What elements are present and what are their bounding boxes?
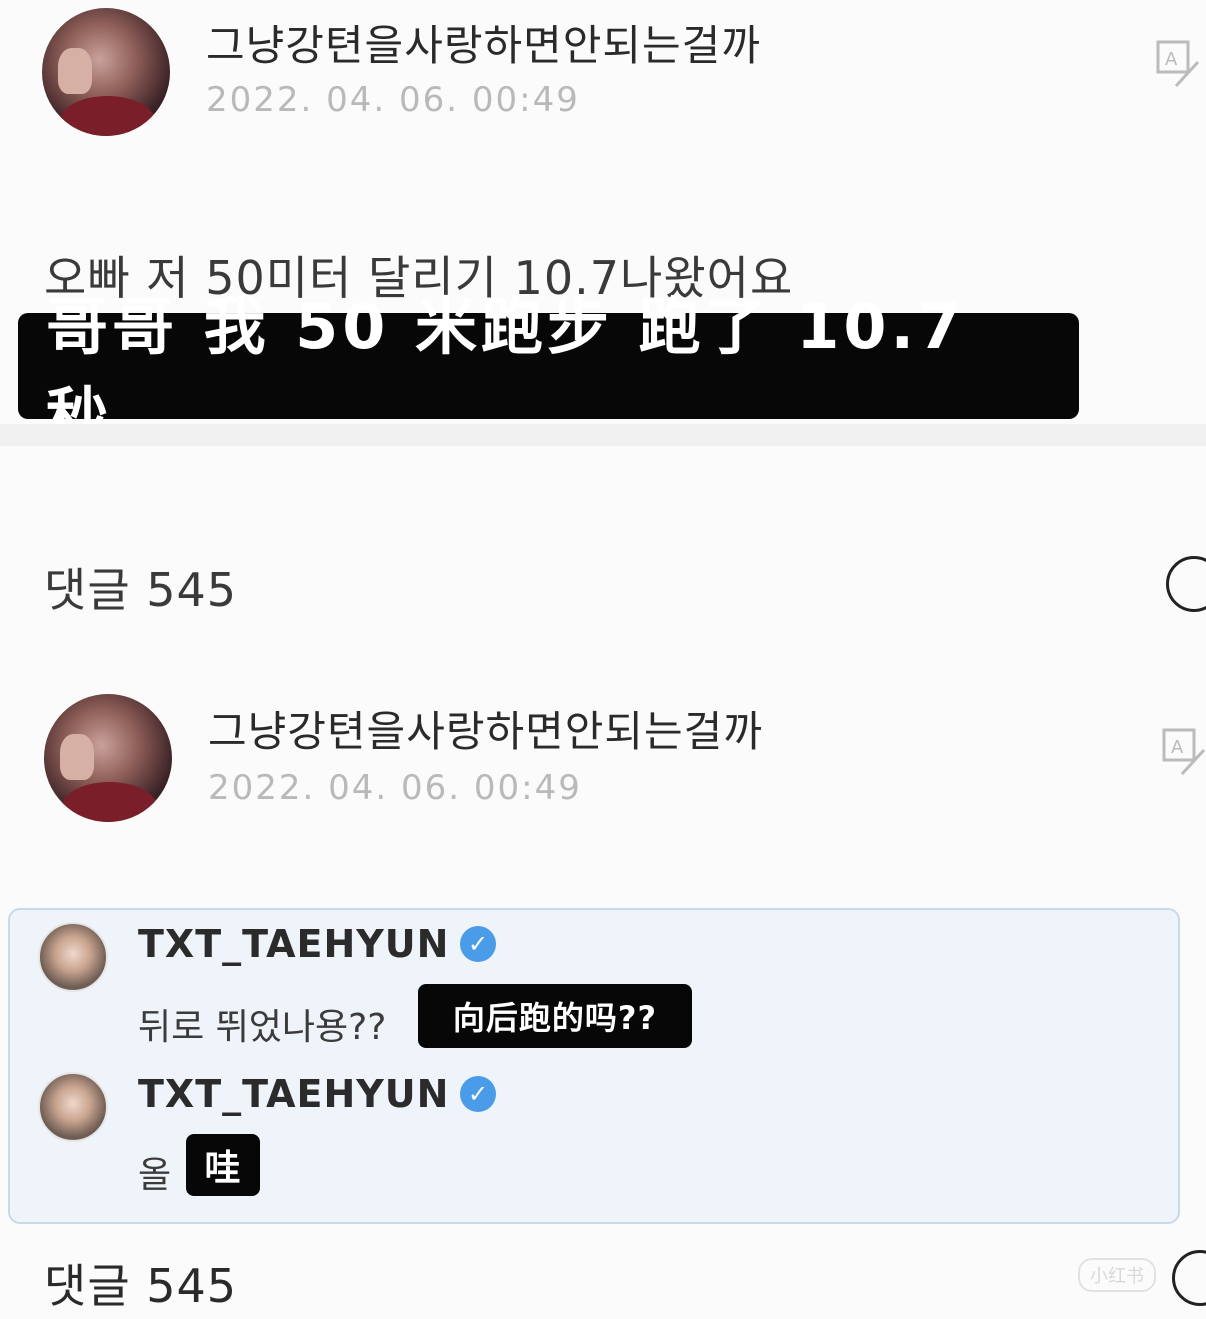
reply-avatar[interactable] — [38, 922, 108, 992]
verified-badge-icon: ✓ — [460, 926, 496, 962]
circle-icon[interactable] — [1166, 556, 1206, 612]
repost-username[interactable]: 그냥강텬을사랑하면안되는걸까 — [208, 698, 763, 759]
reply-subtitle: 哇 — [186, 1134, 260, 1196]
comments-count-footer[interactable]: 댓글 545 — [44, 1250, 237, 1316]
repost-timestamp: 2022. 04. 06. 00:49 — [208, 768, 582, 808]
translate-icon[interactable]: A — [1162, 728, 1206, 776]
post-username[interactable]: 그냥강텬을사랑하면안되는걸까 — [206, 12, 761, 73]
reply-text: 올 — [138, 1155, 172, 1196]
repost-avatar[interactable] — [44, 694, 172, 822]
post-timestamp: 2022. 04. 06. 00:49 — [206, 80, 580, 120]
reply-username[interactable]: TXT_TAEHYUN — [138, 1072, 449, 1116]
section-divider — [0, 424, 1206, 446]
circle-icon[interactable] — [1172, 1250, 1206, 1306]
reply-username[interactable]: TXT_TAEHYUN — [138, 922, 449, 966]
avatar-hand — [58, 48, 92, 94]
post-subtitle: 哥哥 我 50 米跑步 跑了 10.7 秒... — [18, 290, 1079, 453]
watermark-logo: 小红书 — [1078, 1258, 1156, 1292]
reply-avatar[interactable] — [38, 1072, 108, 1142]
svg-text:A: A — [1171, 737, 1184, 758]
verified-badge-icon: ✓ — [460, 1076, 496, 1112]
avatar-hand — [60, 734, 94, 780]
reply-subtitle: 向后跑的吗?? — [418, 984, 692, 1048]
avatar-shoulder — [62, 782, 157, 822]
translate-icon[interactable]: A — [1156, 40, 1200, 88]
post-avatar[interactable] — [42, 8, 170, 136]
svg-text:A: A — [1165, 49, 1178, 70]
comments-count[interactable]: 댓글 545 — [44, 554, 237, 620]
reply-text: 뒤로 뛰었나용?? — [138, 1007, 387, 1048]
avatar-shoulder — [60, 96, 155, 136]
